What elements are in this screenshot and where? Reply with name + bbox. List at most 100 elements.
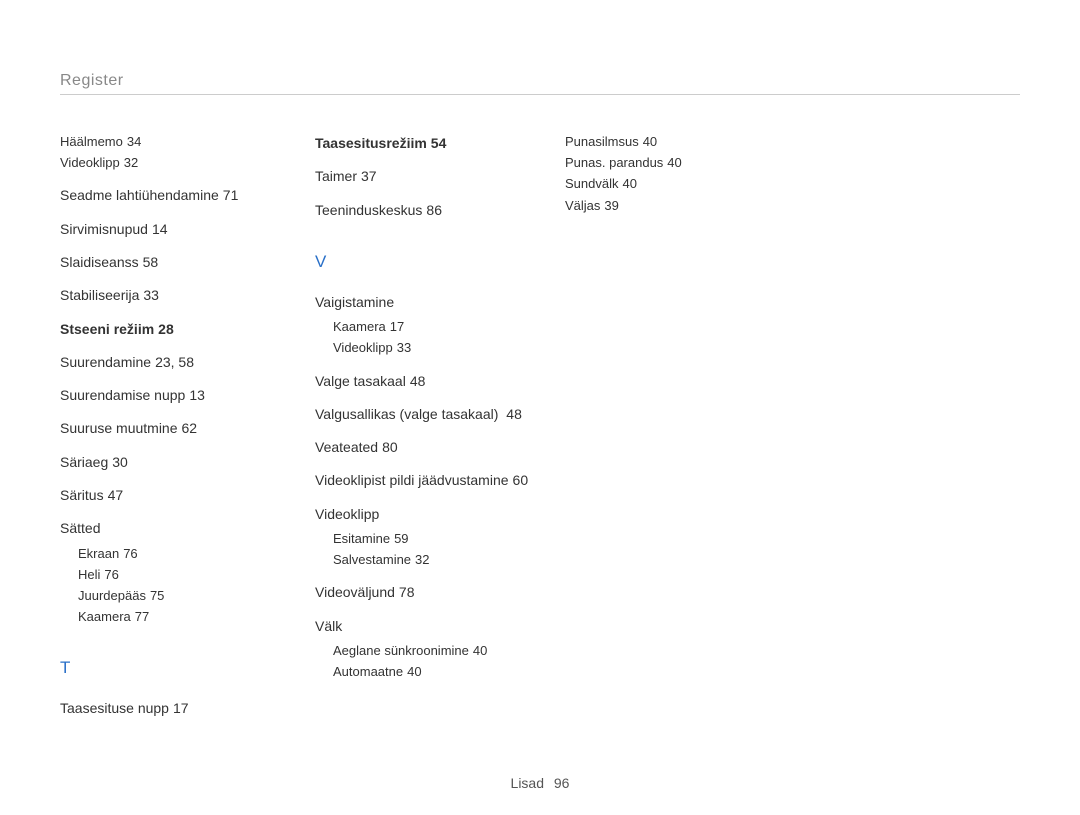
index-sub-entry: Videoklipp33 [333, 339, 535, 357]
index-sub-entry: Häälmemo 34 [60, 133, 285, 151]
sub-label: Häälmemo [60, 134, 123, 149]
index-sub-entry: Punasilmsus40 [565, 133, 785, 151]
index-entry: Suurendamine23, 58 [60, 352, 285, 372]
sub-page: 59 [394, 531, 408, 546]
entry-label: Suurendamine [60, 354, 151, 370]
index-sub-entry: Väljas39 [565, 197, 785, 215]
sub-page: 34 [127, 134, 141, 149]
entry-label: Vaigistamine [315, 294, 394, 310]
entry-label: Valge tasakaal [315, 373, 406, 389]
index-columns: Häälmemo 34 Videoklipp 32 Seadme lahtiühen… [60, 105, 1020, 732]
index-sub-entry: Videoklipp 32 [60, 154, 285, 172]
entry-label: Slaidiseanss [60, 254, 139, 270]
sub-label: Esitamine [333, 531, 390, 546]
sub-label: Videoklipp [60, 155, 120, 170]
sub-page: 40 [407, 664, 421, 679]
index-entry: Videoklipist pildi jäädvustamine60 [315, 470, 535, 490]
index-sub-entry: Aeglane sünkroonimine40 [333, 642, 535, 660]
index-sub-entry: Kaamera17 [333, 318, 535, 336]
entry-label: Videoklipist pildi jäädvustamine [315, 472, 509, 488]
index-sub-entry: Punas. parandus 40 [565, 154, 785, 172]
footer-page-number: 96 [554, 775, 570, 791]
entry-page: 17 [173, 700, 189, 716]
index-sub-entry: Esitamine 59 [333, 530, 535, 548]
sub-page: 40 [667, 155, 681, 170]
index-entry: Punasilmsus40 Punas. parandus40 Sundvälk… [565, 133, 785, 215]
entry-label: Taasesituse nupp [60, 700, 169, 716]
column-1: Häälmemo 34 Videoklipp 32 Seadme lahtiühen… [60, 133, 285, 732]
index-entry: Suurendamise nupp13 [60, 385, 285, 405]
sub-page: 33 [397, 340, 411, 355]
entry-page: 48 [506, 406, 522, 422]
entry-page: 33 [143, 287, 159, 303]
index-sub-entry: Kaamera 77 [78, 608, 285, 626]
index-sub-entry: Automaatne40 [333, 663, 535, 681]
index-entry: Valge tasakaal48 [315, 371, 535, 391]
entry-label: Suuruse muutmine [60, 420, 178, 436]
index-sub-entry: Heli 76 [78, 566, 285, 584]
index-entry: Häälmemo 34 Videoklipp 32 [60, 133, 285, 172]
page-footer: Lisad 96 [0, 775, 1080, 791]
sub-page: 40 [622, 176, 636, 191]
index-sub-entry: Ekraan76 [78, 545, 285, 563]
index-entry: Stabiliseerija33 [60, 285, 285, 305]
sub-page: 76 [104, 567, 118, 582]
entry-label: Taimer [315, 168, 357, 184]
index-entry: Seadme lahtiühendamine71 [60, 185, 285, 205]
column-2: Taasesitusrežiim54 Taimer37 Teeninduskes… [315, 133, 535, 732]
entry-page: 13 [189, 387, 205, 403]
index-entry: Välk Aeglane sünkroonimine40 Automaatne4… [315, 616, 535, 682]
index-entry: Säriaeg30 [60, 452, 285, 472]
entry-label: Välk [315, 618, 342, 634]
index-entry: Videoklipp Esitamine 59 Salvestamine32 [315, 504, 535, 570]
sub-page: 17 [390, 319, 404, 334]
entry-page: 14 [152, 221, 168, 237]
sub-page: 76 [123, 546, 137, 561]
sub-label: Väljas [565, 198, 600, 213]
entry-page: 30 [112, 454, 128, 470]
sub-page: 32 [124, 155, 138, 170]
index-entry: Teeninduskeskus86 [315, 200, 535, 220]
index-entry: Stseeni režiim28 [60, 319, 285, 339]
sub-label: Punas. parandus [565, 155, 663, 170]
entry-page: 58 [143, 254, 159, 270]
sub-page: 75 [150, 588, 164, 603]
index-entry: Videoväljund78 [315, 582, 535, 602]
page-header: Register [60, 72, 1020, 95]
sub-page: 32 [415, 552, 429, 567]
entry-label: Säritus [60, 487, 104, 503]
sub-label: Punasilmsus [565, 134, 639, 149]
entry-label: Teeninduskeskus [315, 202, 422, 218]
entry-label: Sirvimisnupud [60, 221, 148, 237]
sub-label: Kaamera [78, 609, 131, 624]
section-letter-t: T [60, 658, 285, 678]
index-entry: Taimer37 [315, 166, 535, 186]
index-entry: Veateated80 [315, 437, 535, 457]
index-entry: Slaidiseanss58 [60, 252, 285, 272]
sub-page: 77 [135, 609, 149, 624]
entry-page: 80 [382, 439, 398, 455]
entry-label: Videoväljund [315, 584, 395, 600]
index-entry: Sätted Ekraan76 Heli76 Juurdepääs75 Kaam… [60, 518, 285, 626]
entry-page: 71 [223, 187, 239, 203]
index-sub-entry: Salvestamine32 [333, 551, 535, 569]
entry-page: 23, 58 [155, 354, 194, 370]
entry-label: Stabiliseerija [60, 287, 139, 303]
sub-page: 40 [473, 643, 487, 658]
index-entry: Vaigistamine Kaamera17 Videoklipp33 [315, 292, 535, 358]
sub-label: Sundvälk [565, 176, 618, 191]
entry-label: Taasesitusrežiim [315, 135, 427, 151]
entry-label: Seadme lahtiühendamine [60, 187, 219, 203]
sub-label: Heli [78, 567, 100, 582]
entry-page: 86 [426, 202, 442, 218]
entry-page: 62 [182, 420, 198, 436]
column-3: Punasilmsus40 Punas. parandus40 Sundvälk… [565, 133, 785, 732]
entry-label: Suurendamise nupp [60, 387, 185, 403]
entry-label: Videoklipp [315, 506, 379, 522]
index-entry: Taasesituse nupp17 [60, 698, 285, 718]
entry-page: 54 [431, 135, 447, 151]
index-entry: Valgusallikas (valge tasakaal) 48 [315, 404, 535, 424]
entry-page: 28 [158, 321, 174, 337]
entry-label: Säriaeg [60, 454, 108, 470]
footer-label: Lisad [511, 775, 544, 791]
